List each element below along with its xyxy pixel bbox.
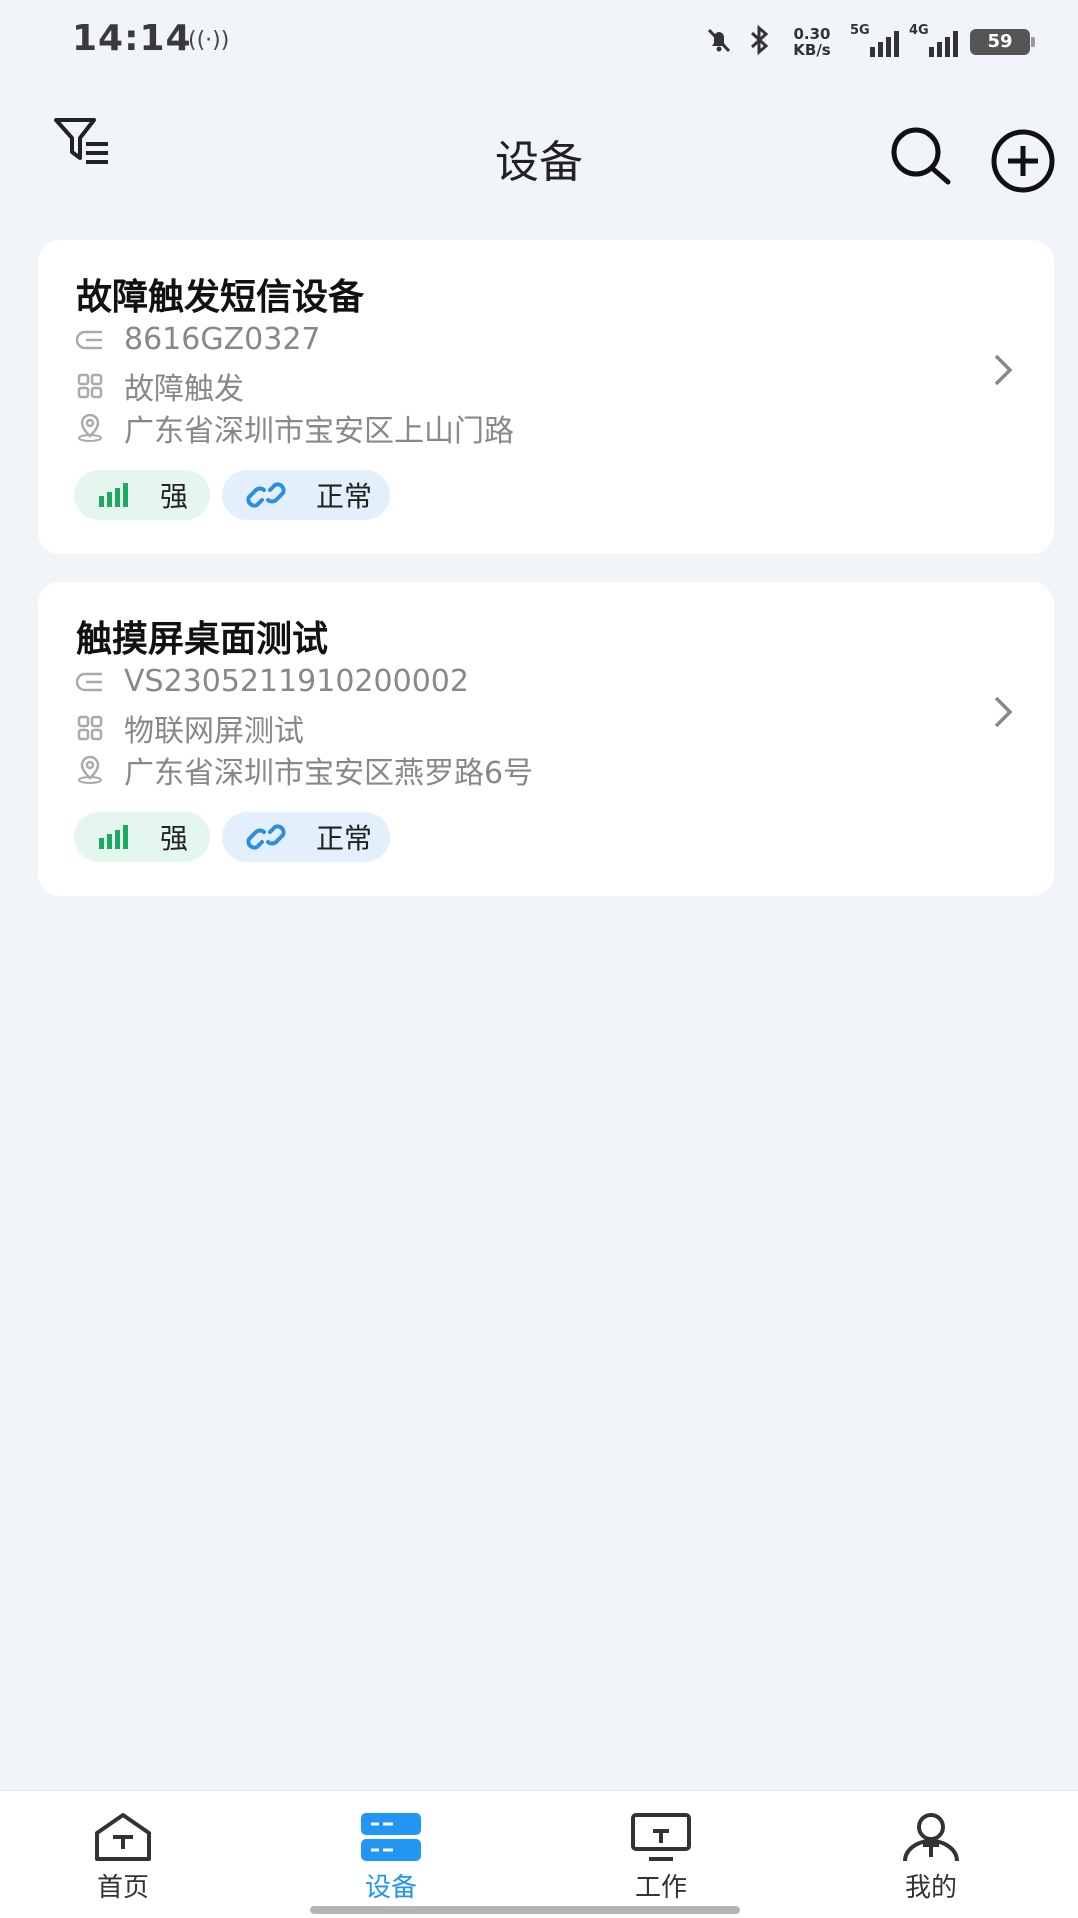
connection-status-badge: 正常 <box>222 470 390 520</box>
device-address: 广东省深圳市宝安区上山门路 <box>124 414 514 449</box>
nav-item-devices[interactable]: 设备 <box>316 1811 466 1904</box>
signal-bars-icon <box>98 482 130 508</box>
device-serial: VS2305211910200002 <box>124 664 469 699</box>
bottom-nav: 首页 设备 工作 我的 <box>0 1790 1078 1918</box>
signal-strength-badge: 强 <box>74 812 210 862</box>
sim1-signal-icon: 5G <box>850 23 899 57</box>
device-name: 故障触发短信设备 <box>76 277 365 318</box>
sim2-signal-icon: 4G <box>909 23 958 57</box>
app-header: 设备 <box>0 96 1078 216</box>
search-button[interactable] <box>888 124 954 190</box>
device-group-row: 故障触发 <box>76 364 244 408</box>
nav-item-work[interactable]: 工作 <box>586 1811 736 1904</box>
device-name: 触摸屏桌面测试 <box>76 619 329 660</box>
search-icon <box>888 127 954 194</box>
device-card[interactable]: 故障触发短信设备 8616GZ0327 故障触发 广东省深圳市宝安区上山门路 强… <box>38 240 1054 554</box>
device-serial: 8616GZ0327 <box>124 322 321 357</box>
battery-indicator: 59 <box>970 29 1035 55</box>
bluetooth-icon <box>746 24 772 60</box>
device-address: 广东省深圳市宝安区燕罗路6号 <box>124 756 534 791</box>
serial-icon <box>76 326 104 354</box>
nav-label: 我的 <box>904 1873 957 1903</box>
chevron-right-icon <box>988 692 1018 732</box>
monitor-icon <box>586 1811 736 1863</box>
hotspot-icon: ((·)) <box>188 28 230 53</box>
signal-strength-badge: 强 <box>74 470 210 520</box>
nav-item-home[interactable]: 首页 <box>48 1811 198 1904</box>
link-icon <box>246 820 286 854</box>
device-group: 故障触发 <box>124 372 244 407</box>
device-serial-row: VS2305211910200002 <box>76 664 469 699</box>
home-indicator[interactable] <box>310 1906 740 1914</box>
device-address-row: 广东省深圳市宝安区燕罗路6号 <box>76 748 533 792</box>
home-icon <box>48 1811 198 1863</box>
devices-icon <box>316 1811 466 1863</box>
user-icon <box>856 1811 1006 1863</box>
chevron-right-icon <box>988 350 1018 390</box>
network-speed: 0.30 KB/s <box>793 25 831 59</box>
device-group-row: 物联网屏测试 <box>76 706 304 750</box>
nav-label: 工作 <box>634 1873 687 1903</box>
grid-icon <box>76 714 104 742</box>
signal-bars-icon <box>98 824 130 850</box>
link-icon <box>246 478 286 512</box>
nav-label: 设备 <box>364 1873 417 1903</box>
location-pin-icon <box>76 414 104 442</box>
device-address-row: 广东省深圳市宝安区上山门路 <box>76 406 514 450</box>
nav-label: 首页 <box>96 1873 149 1903</box>
plus-circle-icon <box>990 129 1056 198</box>
device-serial-row: 8616GZ0327 <box>76 322 321 357</box>
connection-status-badge: 正常 <box>222 812 390 862</box>
device-group: 物联网屏测试 <box>124 714 304 749</box>
location-pin-icon <box>76 756 104 784</box>
device-card[interactable]: 触摸屏桌面测试 VS2305211910200002 物联网屏测试 广东省深圳市… <box>38 582 1054 896</box>
grid-icon <box>76 372 104 400</box>
nav-item-profile[interactable]: 我的 <box>856 1811 1006 1904</box>
status-bar: 14:14 ((·)) 0.30 KB/s 5G 4G 59 <box>0 0 1078 90</box>
serial-icon <box>76 668 104 696</box>
add-device-button[interactable] <box>990 128 1056 194</box>
clock: 14:14 <box>72 18 192 59</box>
mute-bell-icon <box>704 25 734 59</box>
